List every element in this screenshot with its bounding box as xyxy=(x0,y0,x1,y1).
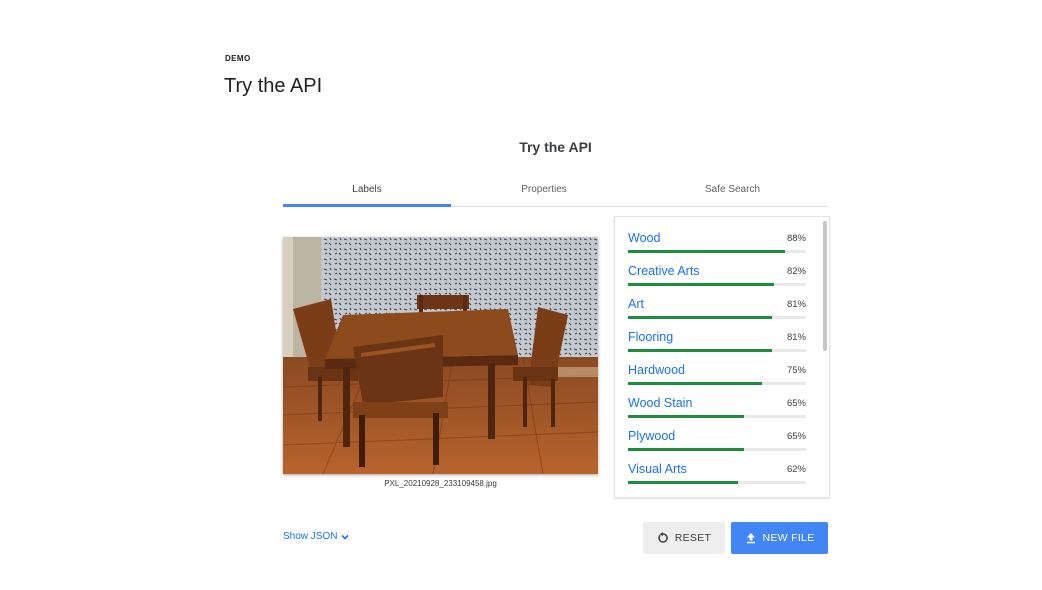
tab-properties[interactable]: Properties xyxy=(451,176,637,206)
page-title: Try the API xyxy=(224,75,323,97)
score-bar xyxy=(628,448,806,451)
label-name[interactable]: Hardwood xyxy=(628,363,685,377)
score-bar xyxy=(628,481,806,484)
new-file-label: NEW FILE xyxy=(762,532,815,544)
show-json-link[interactable]: Show JSON xyxy=(283,531,350,542)
score-bar xyxy=(628,415,806,418)
label-name[interactable]: Creative Arts xyxy=(628,264,700,278)
label-list: Wood 88% Creative Arts 82% Art 81% Floor… xyxy=(628,230,806,494)
score-bar-fill xyxy=(628,349,773,352)
label-name[interactable]: Wood xyxy=(628,231,660,245)
refresh-icon xyxy=(658,532,668,543)
labels-scrollbar[interactable] xyxy=(823,221,827,351)
score-bar xyxy=(628,349,806,352)
label-name[interactable]: Flooring xyxy=(628,330,673,344)
reset-button[interactable]: RESET xyxy=(643,522,725,554)
label-row: Art 81% xyxy=(628,296,806,329)
tab-labels[interactable]: Labels xyxy=(283,176,451,207)
label-score: 81% xyxy=(786,332,806,343)
score-bar-fill xyxy=(628,250,785,253)
label-row: Wood 88% xyxy=(628,230,806,263)
reset-label: RESET xyxy=(674,532,712,544)
label-score: 65% xyxy=(786,398,806,409)
page: DEMO Try the API Try the API Labels Prop… xyxy=(0,0,1042,590)
tab-bar: Labels Properties Safe Search xyxy=(283,176,828,207)
labels-panel: Wood 88% Creative Arts 82% Art 81% Floor… xyxy=(614,216,830,498)
score-bar-fill xyxy=(628,481,739,484)
upload-icon xyxy=(746,533,755,544)
chevron-down-icon xyxy=(341,534,350,540)
uploaded-image xyxy=(283,237,598,474)
card-title: Try the API xyxy=(519,139,592,155)
score-bar-fill xyxy=(628,283,774,286)
score-bar xyxy=(628,316,806,319)
section-eyebrow: DEMO xyxy=(225,54,251,63)
label-name[interactable]: Visual Arts xyxy=(628,462,687,476)
score-bar-fill xyxy=(628,448,744,451)
score-bar-fill xyxy=(628,316,773,319)
score-bar-fill xyxy=(628,382,762,385)
label-score: 62% xyxy=(786,464,806,475)
label-row: Flooring 81% xyxy=(628,329,806,362)
label-name[interactable]: Plywood xyxy=(628,429,675,443)
show-json-label: Show JSON xyxy=(283,531,338,542)
label-row: Creative Arts 82% xyxy=(628,263,806,296)
label-score: 65% xyxy=(786,431,806,442)
label-row: Hardwood 75% xyxy=(628,362,806,395)
score-bar xyxy=(628,382,806,385)
new-file-button[interactable]: NEW FILE xyxy=(731,522,828,554)
label-row: Plywood 65% xyxy=(628,428,806,461)
image-filename: PXL_20210928_233109458.jpg xyxy=(384,479,497,488)
label-name[interactable]: Art xyxy=(628,297,644,311)
score-bar xyxy=(628,250,806,253)
label-score: 82% xyxy=(786,266,806,277)
label-score: 88% xyxy=(786,233,806,244)
label-name[interactable]: Wood Stain xyxy=(628,396,692,410)
label-row: Visual Arts 62% xyxy=(628,461,806,494)
label-score: 75% xyxy=(786,365,806,376)
score-bar-fill xyxy=(628,415,744,418)
tab-safe-search[interactable]: Safe Search xyxy=(637,176,828,206)
label-score: 81% xyxy=(786,299,806,310)
score-bar xyxy=(628,283,806,286)
label-row: Wood Stain 65% xyxy=(628,395,806,428)
dining-room-photo xyxy=(283,237,598,474)
